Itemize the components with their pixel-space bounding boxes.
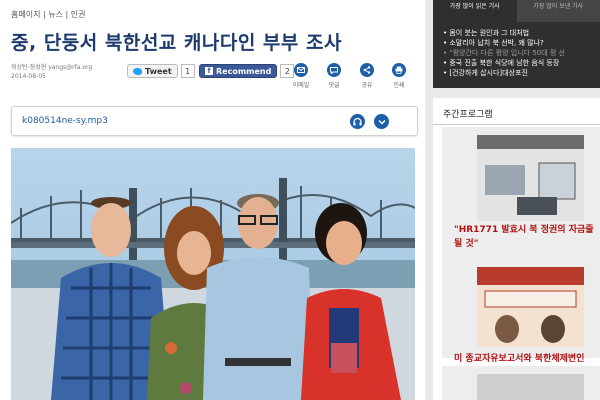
program-heading: 주간프로그램: [443, 110, 493, 120]
email-label: 이메일: [292, 82, 310, 89]
tweet-label: Tweet: [145, 66, 172, 76]
news-item[interactable]: 중국 진출 북한 식당에 남한 음식 등장: [443, 58, 600, 68]
tweet-widget: Tweet 1: [127, 64, 195, 78]
program-caption[interactable]: 미 종교자유보고서와 북한체제변인: [454, 351, 584, 364]
author: 워싱턴-장성현 yangs@rfa.org: [11, 64, 93, 71]
recommend-label: Recommend: [216, 66, 272, 76]
print-label: 인쇄: [393, 82, 405, 89]
recommend-widget: f Recommend 2: [199, 64, 295, 78]
page-title: 중, 단둥서 북한선교 캐나다인 부부 조사: [11, 32, 342, 54]
audio-file-link[interactable]: k080514ne-sy.mp3: [22, 116, 108, 126]
share-button[interactable]: 공유: [356, 63, 378, 89]
popular-tabs: 가장 많이 읽은 기사 가장 많이 보낸 기사: [433, 0, 600, 22]
news-item[interactable]: [건강하게 삽시다]대상포진: [443, 68, 600, 78]
email-button[interactable]: 이메일: [290, 63, 312, 89]
tab-most-sent[interactable]: 가장 많이 보낸 기사: [516, 0, 600, 22]
divider: [433, 124, 600, 125]
audio-player: k080514ne-sy.mp3: [11, 106, 418, 136]
share-label: 공유: [361, 82, 373, 89]
print-button[interactable]: 인쇄: [388, 63, 410, 89]
breadcrumb[interactable]: 홈페이지 | 뉴스 | 인권: [11, 9, 85, 20]
program-thumbnail[interactable]: [477, 267, 584, 347]
tweet-button[interactable]: Tweet: [127, 64, 178, 78]
tweet-count: 1: [180, 64, 195, 78]
main-content: 홈페이지 | 뉴스 | 인권 중, 단둥서 북한선교 캐나다인 부부 조사 워싱…: [0, 0, 425, 400]
print-icon: [392, 63, 406, 77]
popular-news-box: 가장 많이 읽은 기사 가장 많이 보낸 기사 몸이 붓는 원인과 그 대처법 …: [433, 0, 600, 88]
weekly-program-box: 주간프로그램 "HR1771 발효시 북 정권의 자금줄 될 것" 미 종교자유…: [433, 98, 600, 400]
publish-date: 2014-08-05: [11, 73, 46, 80]
program-thumbnail[interactable]: [477, 374, 584, 400]
comment-button[interactable]: 댓글: [323, 63, 345, 89]
share-icon: [360, 63, 374, 77]
email-icon: [294, 63, 308, 77]
news-item[interactable]: 몸이 붓는 원인과 그 대처법: [443, 28, 600, 38]
program-card[interactable]: [442, 366, 600, 400]
news-item[interactable]: "평양간다 다른 평양 입니다 50대 평 선: [443, 48, 600, 58]
comment-label: 댓글: [328, 82, 340, 89]
program-card[interactable]: 미 종교자유보고서와 북한체제변인: [442, 259, 600, 364]
program-thumbnail[interactable]: [477, 135, 584, 221]
news-item[interactable]: 소말리아 납치 북 선박, 왜 많나?: [443, 38, 600, 48]
download-icon[interactable]: [374, 114, 389, 129]
article-meta: 워싱턴-장성현 yangs@rfa.org 2014-08-05: [11, 63, 92, 81]
program-caption[interactable]: 될 것": [454, 236, 478, 249]
comment-icon: [327, 63, 341, 77]
popular-news-list: 몸이 붓는 원인과 그 대처법 소말리아 납치 북 선박, 왜 많나? "평양간…: [433, 22, 600, 78]
headphones-icon[interactable]: [350, 114, 365, 129]
twitter-bird-icon: [133, 67, 142, 75]
article-photo: [11, 148, 415, 400]
program-caption[interactable]: "HR1771 발효시 북 정권의 자금줄: [454, 222, 594, 235]
program-card[interactable]: "HR1771 발효시 북 정권의 자금줄 될 것": [442, 127, 600, 260]
tab-most-read[interactable]: 가장 많이 읽은 기사: [433, 0, 517, 22]
facebook-recommend-button[interactable]: f Recommend: [199, 64, 278, 78]
facebook-icon: f: [205, 67, 213, 75]
sidebar: 가장 많이 읽은 기사 가장 많이 보낸 기사 몸이 붓는 원인과 그 대처법 …: [433, 0, 600, 400]
